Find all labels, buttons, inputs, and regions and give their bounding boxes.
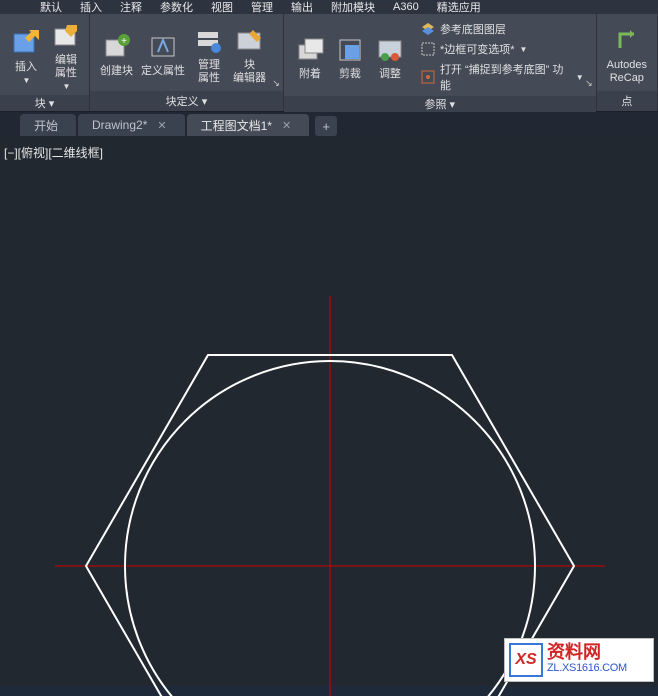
tab-label: 工程图文档1* <box>201 117 272 134</box>
create-block-button[interactable]: + 创建块 <box>96 29 137 80</box>
svg-text:+: + <box>121 36 127 47</box>
snap-underlay-button[interactable]: 打开 “捕捉到参考底图” 功能 ▼ <box>416 60 588 94</box>
menu-item[interactable]: 附加模块 <box>331 0 375 15</box>
button-label: 调整 <box>379 68 401 81</box>
ribbon-group-reference: 附着 剪裁 调整 参考底图图层 <box>284 14 597 111</box>
chevron-down-icon: ▼ <box>23 74 31 87</box>
button-label: 管理 属性 <box>198 59 220 85</box>
chevron-down-icon: ▼ <box>520 45 528 54</box>
ribbon: 插入 ▼ 编辑 属性 ▼ 块 ▾ + 创建块 <box>0 14 658 112</box>
menu-item[interactable]: 注释 <box>120 0 142 15</box>
menu-item[interactable]: 输出 <box>291 0 313 15</box>
button-label: 块 编辑器 <box>233 59 266 85</box>
clip-button[interactable]: 剪裁 <box>330 32 370 83</box>
chevron-down-icon: ▼ <box>576 73 584 82</box>
adjust-button[interactable]: 调整 <box>370 32 410 83</box>
create-block-icon: + <box>101 31 133 63</box>
ribbon-group-blockdef: + 创建块 定义属性 管理 属性 块 编辑器 <box>90 14 284 111</box>
attach-button[interactable]: 附着 <box>290 32 330 83</box>
menu-item[interactable]: 精选应用 <box>437 0 481 15</box>
recap-icon <box>611 25 643 57</box>
frame-icon <box>420 41 436 57</box>
frame-options-button[interactable]: *边框可变选项* ▼ <box>416 40 588 58</box>
drawing-canvas[interactable]: [−][俯视][二维线框] <box>0 136 658 686</box>
expand-icon[interactable]: ↘ <box>272 78 280 89</box>
ribbon-group-point: Autodes ReCap 点 <box>597 14 658 111</box>
cad-drawing <box>0 136 658 696</box>
button-label: 剪裁 <box>339 68 361 81</box>
item-label: 打开 “捕捉到参考底图” 功能 <box>440 61 571 93</box>
document-tabbar: 开始 Drawing2* ✕ 工程图文档1* ✕ + <box>0 112 658 136</box>
recap-button[interactable]: Autodes ReCap <box>603 23 651 87</box>
manage-attr-button[interactable]: 管理 属性 <box>189 23 229 87</box>
close-icon[interactable]: ✕ <box>282 119 291 132</box>
define-attr-icon <box>147 31 179 63</box>
item-label: 参考底图图层 <box>440 21 506 37</box>
edit-attr-button[interactable]: 编辑 属性 ▼ <box>46 18 86 95</box>
new-tab-button[interactable]: + <box>315 116 337 136</box>
watermark-title: 资料网 <box>547 644 627 660</box>
top-menubar: 默认 插入 注释 参数化 视图 管理 输出 附加模块 A360 精选应用 <box>0 0 658 14</box>
menu-item[interactable]: 默认 <box>40 0 62 15</box>
button-label: 插入 <box>15 61 37 74</box>
group-label[interactable]: 点 <box>597 91 657 111</box>
underlay-layers-button[interactable]: 参考底图图层 <box>416 20 588 38</box>
menu-item[interactable]: A360 <box>393 1 419 13</box>
chevron-down-icon: ▼ <box>63 80 71 93</box>
watermark-url: ZL.XS1616.COM <box>547 660 627 676</box>
button-label: 编辑 属性 <box>55 54 77 80</box>
clip-icon <box>334 34 366 66</box>
close-icon[interactable]: ✕ <box>157 119 166 132</box>
tab-start[interactable]: 开始 <box>20 114 76 136</box>
block-editor-button[interactable]: 块 编辑器 <box>229 23 270 87</box>
group-label[interactable]: 参照 ▾ <box>284 96 596 112</box>
menu-item[interactable]: 参数化 <box>160 0 193 15</box>
watermark-logo: XS <box>509 643 543 677</box>
ribbon-group-block: 插入 ▼ 编辑 属性 ▼ 块 ▾ <box>0 14 90 111</box>
layers-icon <box>420 21 436 37</box>
define-attr-button[interactable]: 定义属性 <box>137 29 189 80</box>
button-label: 附着 <box>299 68 321 81</box>
manage-attr-icon <box>193 25 225 57</box>
attach-icon <box>294 34 326 66</box>
button-label: 定义属性 <box>141 65 185 78</box>
snap-icon <box>420 69 436 85</box>
tab-engineering-doc1[interactable]: 工程图文档1* ✕ <box>187 114 310 136</box>
tab-label: Drawing2* <box>92 118 147 132</box>
menu-item[interactable]: 管理 <box>251 0 273 15</box>
button-label: 创建块 <box>100 65 133 78</box>
tab-label: 开始 <box>34 117 58 134</box>
insert-icon <box>10 27 42 59</box>
group-label[interactable]: 块定义 ▾ <box>90 91 283 111</box>
expand-icon[interactable]: ↘ <box>585 78 593 89</box>
menu-item[interactable]: 视图 <box>211 0 233 15</box>
adjust-icon <box>374 34 406 66</box>
group-label[interactable]: 块 ▾ <box>0 95 89 111</box>
menu-item[interactable]: 插入 <box>80 0 102 15</box>
watermark: XS 资料网 ZL.XS1616.COM <box>504 638 654 682</box>
block-editor-icon <box>234 25 266 57</box>
edit-attr-icon <box>50 20 82 52</box>
insert-button[interactable]: 插入 ▼ <box>6 25 46 89</box>
item-label: *边框可变选项* <box>440 41 515 57</box>
button-label: Autodes ReCap <box>607 59 647 85</box>
tab-drawing2[interactable]: Drawing2* ✕ <box>78 114 185 136</box>
